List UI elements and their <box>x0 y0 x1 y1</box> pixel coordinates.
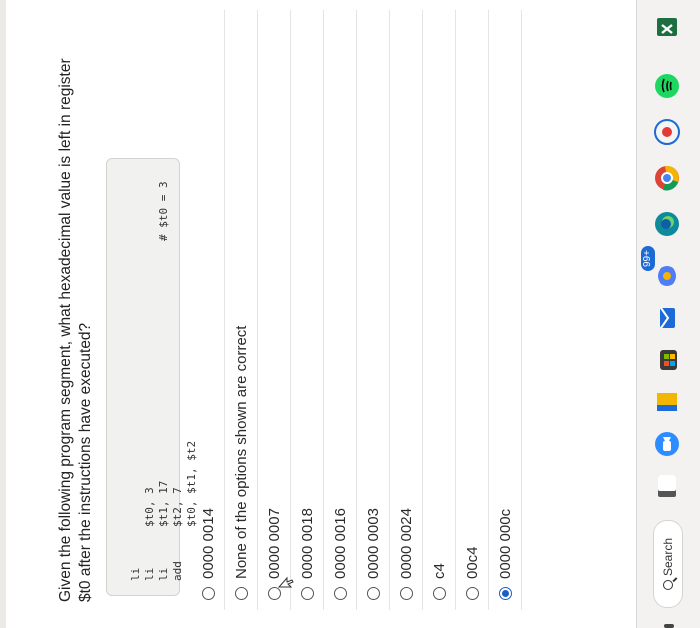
question-text: Given the following program segment, wha… <box>57 58 94 602</box>
radio-button[interactable] <box>201 587 215 600</box>
spotify-icon[interactable] <box>653 72 681 100</box>
radio-button[interactable] <box>234 587 248 600</box>
quiz-content: Given the following program segment, wha… <box>6 0 636 628</box>
code-line: li $t1, 17 <box>129 481 170 581</box>
store-icon[interactable] <box>653 346 681 374</box>
file-explorer-icon[interactable] <box>653 472 681 500</box>
answer-options: 0000 0014 None of the options shown are … <box>192 10 522 610</box>
answer-option[interactable]: 0000 0024 <box>390 10 423 610</box>
edge-icon[interactable] <box>653 210 681 238</box>
code-line: add $t0, $t1, $t2 <box>157 441 198 581</box>
option-label: c4 <box>430 563 448 579</box>
option-label: 0000 0018 <box>298 508 316 579</box>
answer-option[interactable]: None of the options shown are correct <box>225 10 258 610</box>
radio-button[interactable] <box>366 587 380 600</box>
copilot-icon[interactable] <box>653 262 681 290</box>
option-label: None of the options shown are correct <box>232 325 250 579</box>
radio-button[interactable] <box>267 587 281 600</box>
answer-option[interactable]: 0000 0018 <box>291 10 324 610</box>
taskbar-edge-marker <box>664 624 674 628</box>
code-block: li $t0, 3 # $t0 = 3 li $t1, 17 li $t2, 7… <box>106 158 198 596</box>
option-label: 00c4 <box>463 546 481 579</box>
option-label: 0000 0024 <box>397 508 415 579</box>
mail-icon <box>660 307 675 329</box>
option-label: 0000 0003 <box>364 508 382 579</box>
radio-button[interactable] <box>399 587 413 600</box>
screen: Given the following program segment, wha… <box>0 0 700 628</box>
zoom-icon[interactable] <box>653 430 681 458</box>
option-label: 0000 0007 <box>265 508 283 579</box>
code-args: $t0, 3 <box>143 487 156 527</box>
taskbar: Search 99+ <box>636 0 700 628</box>
radio-button[interactable] <box>300 587 314 600</box>
option-label: 0000 000c <box>496 508 514 579</box>
radio-button[interactable] <box>333 587 347 600</box>
radio-button[interactable] <box>465 587 479 600</box>
answer-option[interactable]: 00c4 <box>456 10 489 610</box>
taskbar-search-button[interactable]: Search <box>653 520 683 608</box>
code-comment: # $t0 = 3 <box>157 181 170 241</box>
code-args: $t1, 17 <box>157 480 170 527</box>
answer-option[interactable]: 0000 0003 <box>357 10 390 610</box>
answer-option[interactable]: 0000 0007 <box>258 10 294 610</box>
code-line: li $t2, 7 <box>143 487 184 581</box>
code-line: li $t0, 3 # $t0 = 3 <box>115 181 170 581</box>
answer-option-selected[interactable]: 0000 000c <box>489 10 522 610</box>
files-icon[interactable] <box>653 388 681 416</box>
search-icon <box>663 580 673 591</box>
mail-app[interactable] <box>653 304 681 332</box>
answer-option[interactable]: 0000 0014 <box>192 10 225 610</box>
code-opcode: add <box>171 561 184 581</box>
excel-icon[interactable] <box>653 14 681 42</box>
answer-option[interactable]: c4 <box>423 10 456 610</box>
option-label: 0000 0014 <box>199 508 217 579</box>
chrome-icon[interactable] <box>653 164 681 192</box>
option-label: 0000 0016 <box>331 508 349 579</box>
code-args: $t2, 7 <box>171 487 184 527</box>
radio-button[interactable] <box>432 587 446 600</box>
answer-option[interactable]: 0000 0016 <box>324 10 357 610</box>
search-label: Search <box>661 537 675 577</box>
opera-icon[interactable] <box>653 118 681 146</box>
radio-button-selected[interactable] <box>498 587 512 600</box>
